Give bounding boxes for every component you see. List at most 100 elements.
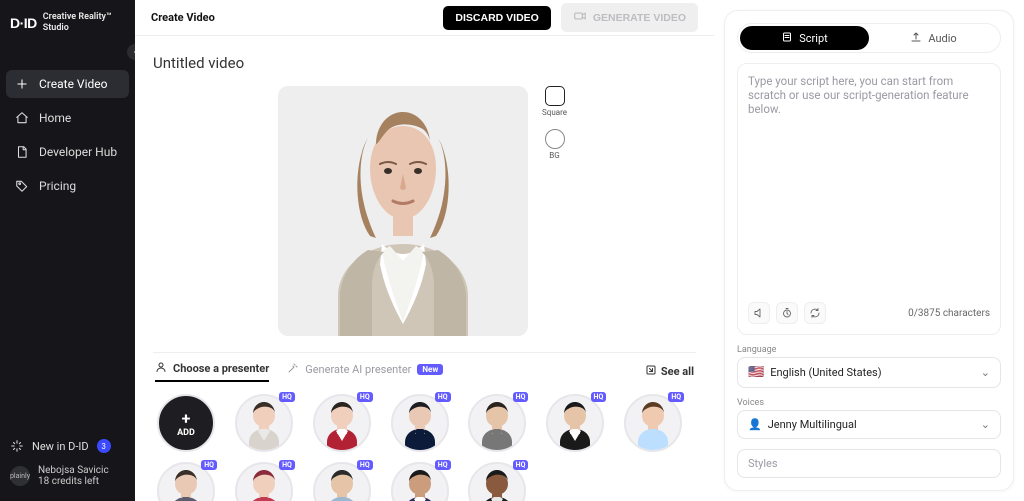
nav-label: Pricing — [39, 179, 76, 193]
main: Create Video DISCARD VIDEO GENERATE VIDE… — [135, 0, 714, 501]
voice-value: Jenny Multilingual — [768, 418, 857, 431]
page-title: Create Video — [151, 11, 215, 24]
tab-audio[interactable]: Audio — [869, 26, 998, 50]
hq-badge: HQ — [201, 460, 217, 470]
background-tool[interactable]: BG — [545, 129, 565, 160]
nav-label: Developer Hub — [39, 145, 117, 159]
hq-badge: HQ — [513, 460, 529, 470]
script-icon — [781, 31, 793, 46]
add-presenter-button[interactable]: + ADD — [157, 394, 215, 452]
nav-label: Home — [39, 111, 71, 125]
tag-icon — [15, 179, 29, 193]
presenter-avatar[interactable] — [624, 394, 682, 452]
presenter-avatar[interactable] — [235, 394, 293, 452]
presenter-thumbnail[interactable]: HQ — [313, 394, 371, 452]
presenter-thumbnail[interactable]: HQ — [468, 394, 526, 452]
plus-icon: + — [182, 409, 191, 428]
presenter-thumbnail[interactable]: HQ — [391, 462, 449, 501]
hq-badge: HQ — [357, 392, 373, 402]
tab-label: Audio — [928, 32, 956, 45]
brand-logo: D·ID — [10, 15, 37, 31]
regenerate-button[interactable] — [804, 302, 826, 324]
nav-create-video[interactable]: Create Video — [6, 70, 129, 98]
tab-script[interactable]: Script — [740, 26, 869, 50]
presenter-avatar[interactable] — [546, 394, 604, 452]
plus-icon — [15, 77, 29, 91]
styles-select[interactable]: Styles — [737, 449, 1001, 478]
home-icon — [15, 111, 29, 125]
hq-badge: HQ — [357, 460, 373, 470]
sidebar: D·ID Creative Reality™ Studio ‹ Create V… — [0, 0, 135, 501]
tab-label: Choose a presenter — [173, 362, 269, 375]
discard-button[interactable]: DISCARD VIDEO — [443, 6, 550, 30]
hq-badge: HQ — [279, 460, 295, 470]
tool-label: BG — [549, 151, 559, 160]
nav-label: Create Video — [39, 77, 107, 91]
person-icon: 👤 — [748, 418, 762, 431]
square-icon — [545, 86, 565, 106]
presenter-avatar[interactable] — [468, 394, 526, 452]
nav-developer-hub[interactable]: Developer Hub — [6, 138, 129, 166]
hq-badge: HQ — [435, 392, 451, 402]
presenter-grid: + ADD HQ HQ HQ HQ HQ — [153, 388, 696, 501]
char-count: 0/3875 characters — [908, 308, 990, 319]
styles-placeholder: Styles — [748, 457, 778, 470]
presenter-thumbnail[interactable]: HQ — [313, 462, 371, 501]
brand[interactable]: D·ID Creative Reality™ Studio — [10, 12, 125, 34]
aspect-square-tool[interactable]: Square — [542, 86, 567, 117]
whats-new-count: 3 — [97, 439, 111, 453]
avatar: plainly — [10, 466, 30, 486]
generate-label: GENERATE VIDEO — [593, 12, 686, 24]
chevron-down-icon: ⌄ — [981, 366, 990, 379]
presenter-thumbnail[interactable]: HQ — [468, 462, 526, 501]
hq-badge: HQ — [435, 460, 451, 470]
presenter-thumbnail[interactable]: HQ — [157, 462, 215, 501]
voices-block: Voices 👤 Jenny Multilingual ⌄ — [737, 398, 1001, 439]
language-block: Language 🇺🇸 English (United States) ⌄ — [737, 345, 1001, 388]
tool-label: Square — [542, 108, 567, 117]
presenter-stage[interactable] — [278, 86, 528, 336]
whats-new-label: New in D-ID — [32, 440, 89, 453]
hq-badge: HQ — [668, 392, 684, 402]
stage-wrap: Square BG — [153, 86, 696, 336]
presenter-section: Choose a presenter Generate AI presenter… — [153, 352, 696, 501]
sidebar-footer: New in D-ID 3 plainly Nebojsa Savicic 18… — [0, 429, 135, 501]
work-area: Untitled video — [135, 36, 714, 501]
hq-badge: HQ — [513, 392, 529, 402]
user-credits: 18 credits left — [38, 476, 109, 487]
presenter-thumbnail[interactable]: HQ — [546, 394, 604, 452]
script-input[interactable] — [748, 74, 990, 296]
hq-badge: HQ — [279, 392, 295, 402]
expand-icon — [645, 364, 657, 379]
script-audio-segment: Script Audio — [737, 23, 1001, 53]
flag-us-icon: 🇺🇸 — [748, 365, 764, 380]
voice-select[interactable]: 👤 Jenny Multilingual ⌄ — [737, 410, 1001, 439]
language-select[interactable]: 🇺🇸 English (United States) ⌄ — [737, 357, 1001, 388]
tab-label: Script — [799, 32, 827, 45]
nav-home[interactable]: Home — [6, 104, 129, 132]
presenter-thumbnail[interactable]: HQ — [235, 394, 293, 452]
presenter-thumbnail[interactable]: HQ — [624, 394, 682, 452]
presenter-thumbnail[interactable]: HQ — [391, 394, 449, 452]
field-label: Voices — [737, 398, 1001, 408]
video-title[interactable]: Untitled video — [153, 54, 696, 72]
presenter-tabs: Choose a presenter Generate AI presenter… — [153, 361, 696, 388]
topbar: Create Video DISCARD VIDEO GENERATE VIDE… — [135, 0, 714, 36]
tab-choose-presenter[interactable]: Choose a presenter — [155, 361, 269, 382]
tab-generate-presenter[interactable]: Generate AI presenter New — [287, 362, 443, 381]
user-block[interactable]: plainly Nebojsa Savicic 18 credits left — [10, 465, 125, 487]
listen-button[interactable] — [748, 302, 770, 324]
add-presenter-cell[interactable]: + ADD — [157, 394, 215, 452]
sidebar-header: D·ID Creative Reality™ Studio — [0, 0, 135, 42]
see-all-link[interactable]: See all — [645, 364, 694, 379]
timing-button[interactable] — [776, 302, 798, 324]
upload-icon — [910, 31, 922, 46]
nav-pricing[interactable]: Pricing — [6, 172, 129, 200]
generate-button[interactable]: GENERATE VIDEO — [561, 3, 698, 32]
see-all-label: See all — [661, 365, 694, 378]
presenter-avatar[interactable] — [313, 394, 371, 452]
presenter-thumbnail[interactable]: HQ — [235, 462, 293, 501]
whats-new-link[interactable]: New in D-ID 3 — [10, 439, 125, 453]
chevron-down-icon: ⌄ — [981, 418, 990, 431]
presenter-avatar[interactable] — [391, 394, 449, 452]
